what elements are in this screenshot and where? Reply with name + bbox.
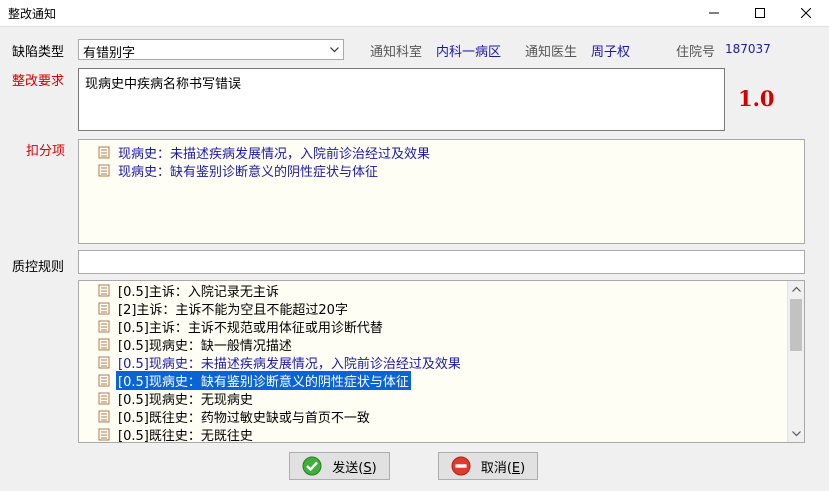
title-bar: 整改通知 bbox=[0, 0, 829, 27]
rule-item-text: [0.5]主诉：入院记录无主诉 bbox=[118, 284, 279, 300]
rule-item[interactable]: [0.5]既往史：药物过敏史缺或与首页不一致 bbox=[89, 407, 372, 426]
inpatient-value: 187037 bbox=[725, 42, 771, 56]
send-label: 发送(S) bbox=[332, 460, 377, 476]
dept-label: 通知科室 bbox=[370, 45, 423, 60]
cancel-label: 取消(E) bbox=[480, 460, 526, 476]
rule-item-text: [0.5]现病史：未描述疾病发展情况，入院前诊治经过及效果 bbox=[118, 356, 461, 372]
deduct-item-text: 现病史：缺有鉴别诊断意义的阴性症状与体征 bbox=[118, 164, 379, 180]
rule-item[interactable]: [0.5]现病史：未描述疾病发展情况，入院前诊治经过及效果 bbox=[89, 353, 463, 372]
minimize-icon bbox=[709, 12, 719, 14]
deduct-label: 扣分项 bbox=[26, 144, 66, 159]
scrollbar-thumb[interactable] bbox=[790, 299, 802, 351]
close-icon bbox=[801, 8, 811, 18]
scroll-up-icon[interactable] bbox=[788, 281, 804, 297]
close-button[interactable] bbox=[783, 0, 829, 26]
maximize-icon bbox=[755, 8, 765, 18]
requirement-label: 整改要求 bbox=[12, 74, 65, 89]
scroll-down-icon[interactable] bbox=[788, 426, 804, 442]
score-value: 1.0 bbox=[738, 86, 775, 111]
qc-rules-list[interactable]: [0.5]主诉：入院记录无主诉 [2]主诉：主诉不能为空且不能超过20字 [0.… bbox=[78, 280, 805, 444]
rule-item[interactable]: [0.5]现病史：无现病史 bbox=[89, 389, 255, 408]
rule-item-text: [0.5]既往史：药物过敏史缺或与首页不一致 bbox=[118, 410, 370, 426]
defect-type-value: 有错别字 bbox=[83, 46, 136, 61]
requirement-text: 现病史中疾病名称书写错误 bbox=[85, 77, 242, 92]
defect-type-label: 缺陷类型 bbox=[12, 45, 65, 60]
deduct-items-panel[interactable]: 现病史：未描述疾病发展情况，入院前诊治经过及效果 现病史：缺有鉴别诊断意义的阴性… bbox=[78, 139, 805, 244]
rule-item[interactable]: [2]主诉：主诉不能为空且不能超过20字 bbox=[89, 299, 350, 318]
tree-node-icon bbox=[98, 302, 110, 315]
tree-node-icon bbox=[98, 320, 110, 333]
rule-item-text: [2]主诉：主诉不能为空且不能超过20字 bbox=[118, 302, 348, 318]
maximize-button[interactable] bbox=[737, 0, 783, 26]
tree-node-icon bbox=[98, 410, 110, 423]
tree-node-icon bbox=[98, 164, 110, 177]
rule-item-selected[interactable]: [0.5]现病史：缺有鉴别诊断意义的阴性症状与体征 bbox=[89, 370, 411, 390]
tree-node-icon bbox=[98, 284, 110, 297]
tree-node-icon bbox=[98, 356, 110, 369]
rule-item[interactable]: [0.5]主诉：入院记录无主诉 bbox=[89, 281, 281, 300]
defect-type-select[interactable]: 有错别字 bbox=[78, 39, 344, 61]
deduct-item-text: 现病史：未描述疾病发展情况，入院前诊治经过及效果 bbox=[118, 146, 431, 162]
window-title: 整改通知 bbox=[8, 7, 57, 21]
dept-value: 内科一病区 bbox=[436, 45, 502, 60]
rule-item[interactable]: [0.5]主诉：主诉不规范或用体征或用诊断代替 bbox=[89, 317, 385, 336]
check-icon bbox=[302, 456, 322, 476]
tree-node-icon bbox=[98, 392, 110, 405]
rules-scrollbar[interactable] bbox=[787, 281, 804, 442]
doctor-label: 通知医生 bbox=[525, 45, 578, 60]
qc-rules-search-input[interactable] bbox=[78, 250, 805, 274]
deduct-item[interactable]: 现病史：未描述疾病发展情况，入院前诊治经过及效果 bbox=[89, 143, 432, 162]
doctor-value: 周子权 bbox=[591, 45, 631, 60]
rule-item-text: [0.5]现病史：缺有鉴别诊断意义的阴性症状与体征 bbox=[116, 370, 411, 390]
qc-rules-label: 质控规则 bbox=[12, 260, 65, 275]
deduct-item[interactable]: 现病史：缺有鉴别诊断意义的阴性症状与体征 bbox=[89, 161, 380, 180]
tree-node-icon bbox=[98, 374, 110, 387]
rule-item[interactable]: [0.5]既往史：无既往史 bbox=[89, 425, 255, 444]
minimize-button[interactable] bbox=[691, 0, 737, 26]
cancel-button[interactable]: 取消(E) bbox=[438, 452, 538, 480]
tree-node-icon bbox=[98, 338, 110, 351]
tree-node-icon bbox=[98, 146, 110, 159]
rule-item-text: [0.5]主诉：主诉不规范或用体征或用诊断代替 bbox=[118, 320, 383, 336]
requirement-textarea[interactable]: 现病史中疾病名称书写错误 bbox=[78, 68, 725, 131]
rule-item-text: [0.5]现病史：缺一般情况描述 bbox=[118, 338, 292, 354]
rule-item-text: [0.5]现病史：无现病史 bbox=[118, 392, 253, 408]
rule-item-text: [0.5]既往史：无既往史 bbox=[118, 428, 253, 444]
send-button[interactable]: 发送(S) bbox=[289, 452, 390, 480]
tree-node-icon bbox=[98, 428, 110, 441]
inpatient-label: 住院号 bbox=[676, 45, 716, 60]
chevron-down-icon[interactable] bbox=[325, 40, 343, 59]
rule-item[interactable]: [0.5]现病史：缺一般情况描述 bbox=[89, 335, 294, 354]
cancel-icon bbox=[451, 456, 471, 476]
